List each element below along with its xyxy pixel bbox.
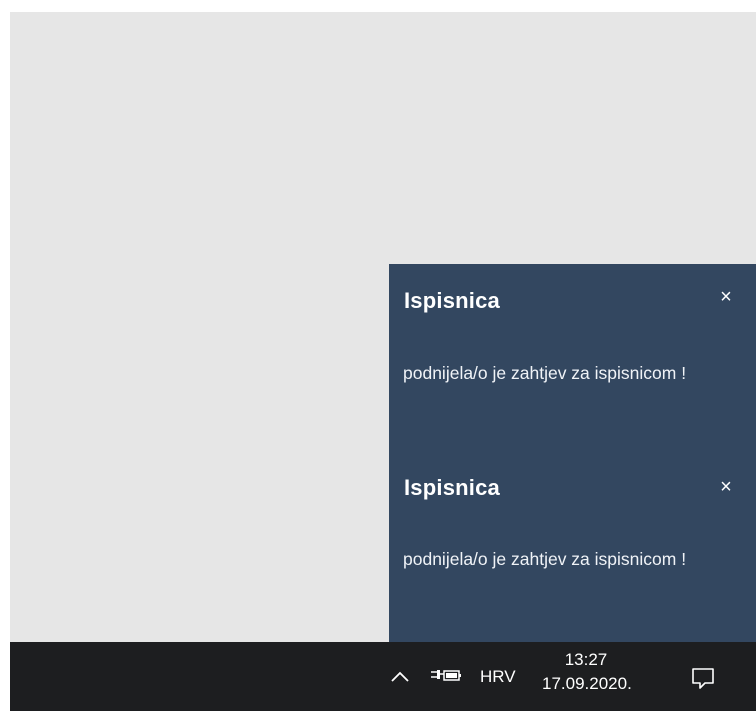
clock-date: 17.09.2020. <box>542 674 632 693</box>
action-center-glyph <box>692 668 714 689</box>
notification-toast[interactable]: Ispisnica × podnijela/o je zahtjev za is… <box>389 264 756 450</box>
power-plug-icon[interactable] <box>429 667 463 685</box>
chevron-up-glyph <box>391 671 409 682</box>
desktop: Ispisnica × podnijela/o je zahtjev za is… <box>0 0 756 711</box>
close-icon[interactable]: × <box>716 477 736 497</box>
notification-message: podnijela/o je zahtjev za ispisnicom ! <box>403 549 687 569</box>
notification-title: Ispisnica <box>404 475 500 500</box>
action-center-icon[interactable] <box>690 666 716 690</box>
clock-time: 13:27 <box>564 650 608 669</box>
close-icon[interactable]: × <box>716 287 736 307</box>
notification-toast[interactable]: Ispisnica × podnijela/o je zahtjev za is… <box>389 450 756 642</box>
notification-message: podnijela/o je zahtjev za ispisnicom ! <box>403 363 687 383</box>
clock[interactable]: 13:27 17.09.2020. <box>542 649 632 697</box>
language-indicator[interactable]: HRV <box>480 667 516 687</box>
chevron-up-icon[interactable] <box>388 666 412 686</box>
power-plug-glyph <box>431 670 461 681</box>
taskbar: HRV 13:27 17.09.2020. <box>10 642 756 711</box>
notification-title: Ispisnica <box>404 288 500 313</box>
